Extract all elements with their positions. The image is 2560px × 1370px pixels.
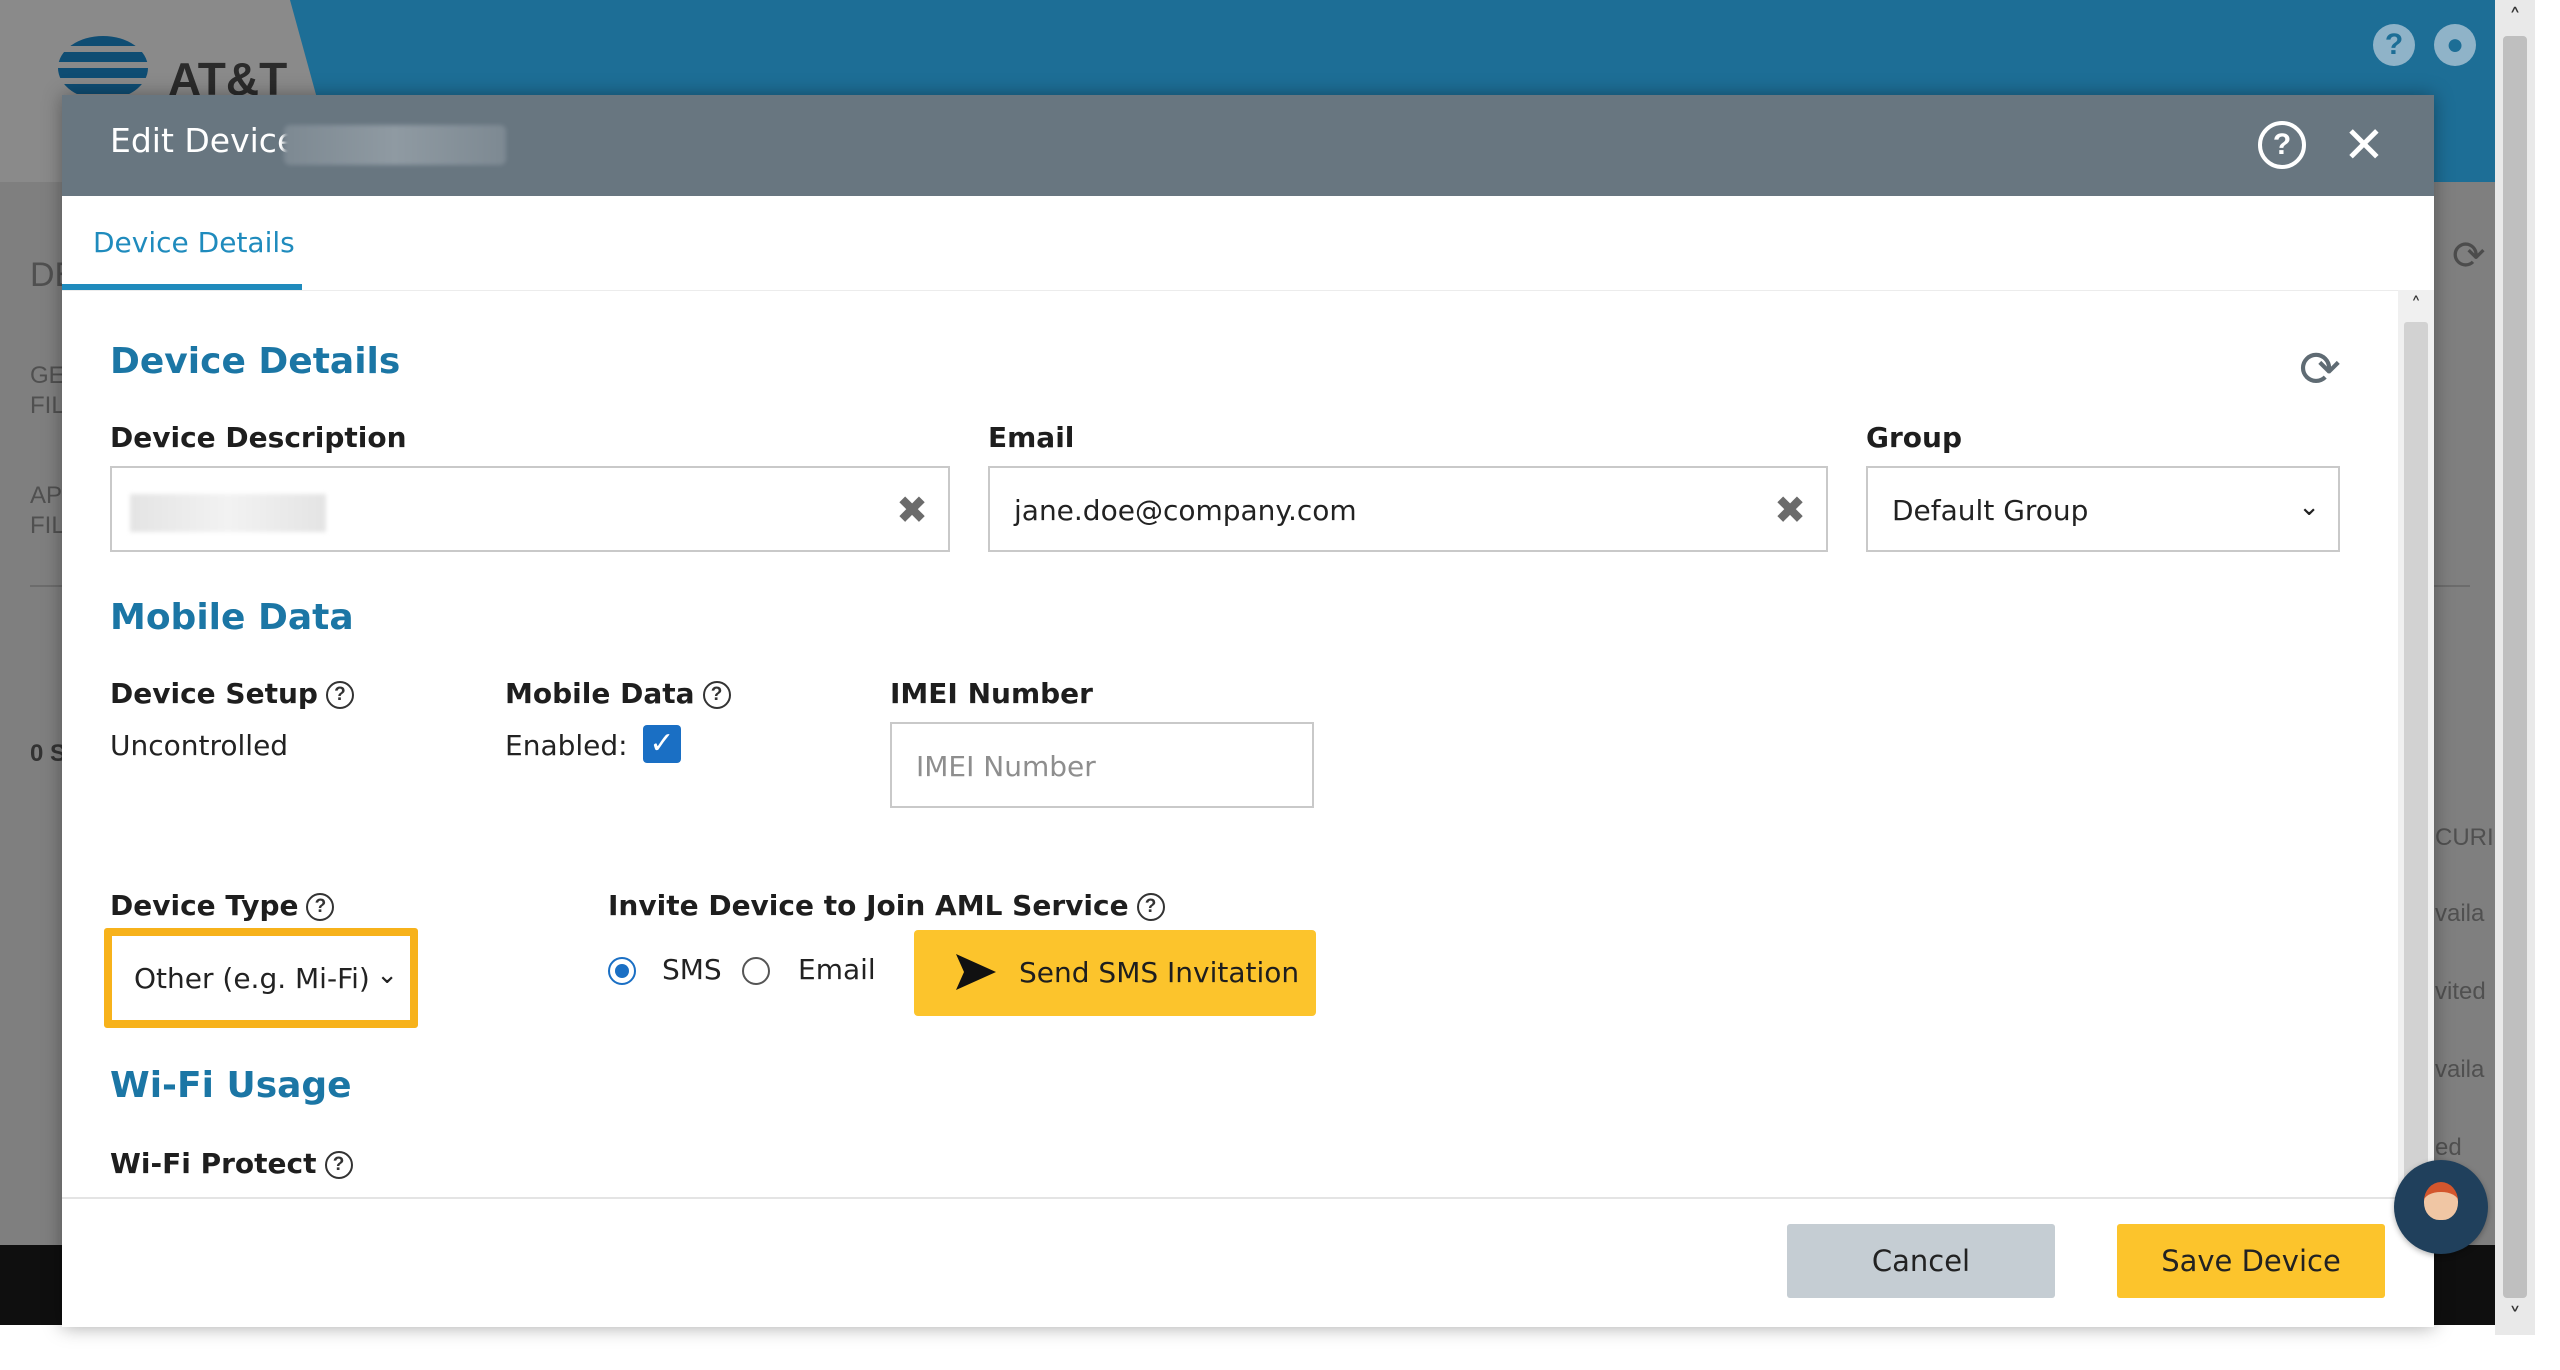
close-icon[interactable]: ✕ <box>2339 117 2389 173</box>
scroll-up-arrow-icon[interactable]: ˄ <box>2398 290 2434 320</box>
save-device-button[interactable]: Save Device <box>2117 1224 2385 1298</box>
assistant-avatar-icon <box>2424 1182 2458 1220</box>
bg-text-fragment: GE <box>30 362 65 389</box>
help-icon[interactable]: ? <box>1136 893 1165 921</box>
content-scrollbar-thumb[interactable] <box>2404 322 2428 1182</box>
imei-input[interactable]: IMEI Number <box>890 722 1314 808</box>
device-type-select[interactable]: Other (e.g. Mi-Fi) ⌄ <box>112 936 410 1020</box>
refresh-icon[interactable]: ⟳ <box>2292 341 2348 397</box>
device-setup-label-text: Device Setup <box>110 677 318 710</box>
bg-text-fragment: FIL <box>30 512 65 539</box>
bg-cell-fragment: vaila <box>2435 900 2485 927</box>
group-select[interactable]: Default Group ⌄ <box>1866 466 2340 552</box>
device-description-label: Device Description <box>110 421 407 454</box>
group-value: Default Group <box>1892 494 2089 527</box>
section-title-wifi-usage: Wi-Fi Usage <box>110 1065 352 1106</box>
bg-refresh-icon: ⟳ <box>2452 233 2486 279</box>
tab-label: Device Details <box>93 226 295 259</box>
chat-assistant-button[interactable] <box>2394 1160 2488 1254</box>
bg-text-fragment: AP <box>30 482 63 509</box>
email-field[interactable]: jane.doe@company.com ✖ <box>988 466 1828 552</box>
modal-title: Edit Device: <box>110 121 309 160</box>
redacted-description <box>130 494 326 532</box>
scrollbar-thumb[interactable] <box>2503 36 2527 1298</box>
email-radio[interactable] <box>742 957 770 985</box>
modal-content: Device Details ⟳ Device Description ✖ Em… <box>62 290 2402 1197</box>
section-title-device-details: Device Details <box>110 341 401 382</box>
mobile-data-checkbox[interactable]: ✓ <box>643 725 681 763</box>
send-button-label: Send SMS Invitation <box>1019 956 1300 989</box>
help-icon[interactable]: ? <box>702 681 731 709</box>
imei-placeholder: IMEI Number <box>916 750 1096 783</box>
sms-radio[interactable] <box>608 957 636 985</box>
window-scrollbar[interactable]: ˄ ˅ <box>2495 0 2535 1335</box>
chevron-down-icon: ⌄ <box>376 960 398 990</box>
section-title-mobile-data: Mobile Data <box>110 597 354 638</box>
att-globe-icon <box>58 36 148 100</box>
bg-count-fragment: 0 S <box>30 740 67 767</box>
cancel-button[interactable]: Cancel <box>1787 1224 2055 1298</box>
help-icon[interactable]: ? <box>324 1151 353 1179</box>
device-setup-value: Uncontrolled <box>110 729 289 762</box>
device-type-label-text: Device Type <box>110 889 299 922</box>
email-value: jane.doe@company.com <box>1014 494 1357 527</box>
bg-col-fragment: CURI <box>2435 824 2494 851</box>
device-type-value: Other (e.g. Mi-Fi) <box>134 962 370 995</box>
help-circle-icon[interactable]: ? <box>2258 121 2306 169</box>
bg-cell-fragment: ed <box>2435 1134 2462 1161</box>
clear-icon[interactable]: ✖ <box>892 488 932 532</box>
invite-label-text: Invite Device to Join AML Service <box>608 889 1129 922</box>
email-label: Email <box>988 421 1075 454</box>
help-icon[interactable]: ? <box>325 681 354 709</box>
device-description-input[interactable]: ✖ <box>110 466 950 552</box>
redacted-device-name <box>284 125 506 165</box>
bg-cell-fragment: vaila <box>2435 1056 2485 1083</box>
imei-label: IMEI Number <box>890 677 1093 710</box>
chevron-down-icon: ⌄ <box>2298 492 2320 522</box>
sms-radio-label: SMS <box>662 953 722 986</box>
help-icon[interactable]: ? <box>306 893 335 921</box>
modal-header: Edit Device: ? ✕ <box>62 95 2434 196</box>
edit-device-modal: Edit Device: ? ✕ Device Details Device D… <box>62 95 2434 1327</box>
email-radio-label: Email <box>798 953 876 986</box>
device-setup-label: Device Setup? <box>110 677 354 710</box>
tab-device-details[interactable]: Device Details <box>62 196 302 290</box>
mobile-data-label: Mobile Data? <box>505 677 731 710</box>
bg-text-fragment: FIL <box>30 392 65 419</box>
mobile-data-enabled-label: Enabled: <box>505 729 628 762</box>
clear-icon[interactable]: ✖ <box>1770 488 1810 532</box>
invite-label: Invite Device to Join AML Service? <box>608 889 1165 922</box>
device-type-label: Device Type? <box>110 889 335 922</box>
content-scrollbar[interactable]: ˄ <box>2398 290 2434 1197</box>
help-icon[interactable]: ? <box>2373 24 2415 66</box>
tab-bar: Device Details <box>62 196 2434 290</box>
wifi-protect-label-text: Wi-Fi Protect <box>110 1147 317 1180</box>
wifi-protect-label: Wi-Fi Protect? <box>110 1147 353 1180</box>
send-sms-invitation-button[interactable]: Send SMS Invitation <box>914 930 1316 1016</box>
scroll-down-arrow-icon[interactable]: ˅ <box>2495 1299 2535 1335</box>
scroll-up-arrow-icon[interactable]: ˄ <box>2495 0 2535 36</box>
bg-cell-fragment: vited <box>2435 978 2486 1005</box>
modal-footer: Cancel Save Device <box>62 1197 2434 1327</box>
send-icon <box>956 954 996 990</box>
account-icon[interactable]: ● <box>2434 24 2476 66</box>
mobile-data-label-text: Mobile Data <box>505 677 695 710</box>
group-label: Group <box>1866 421 1963 454</box>
